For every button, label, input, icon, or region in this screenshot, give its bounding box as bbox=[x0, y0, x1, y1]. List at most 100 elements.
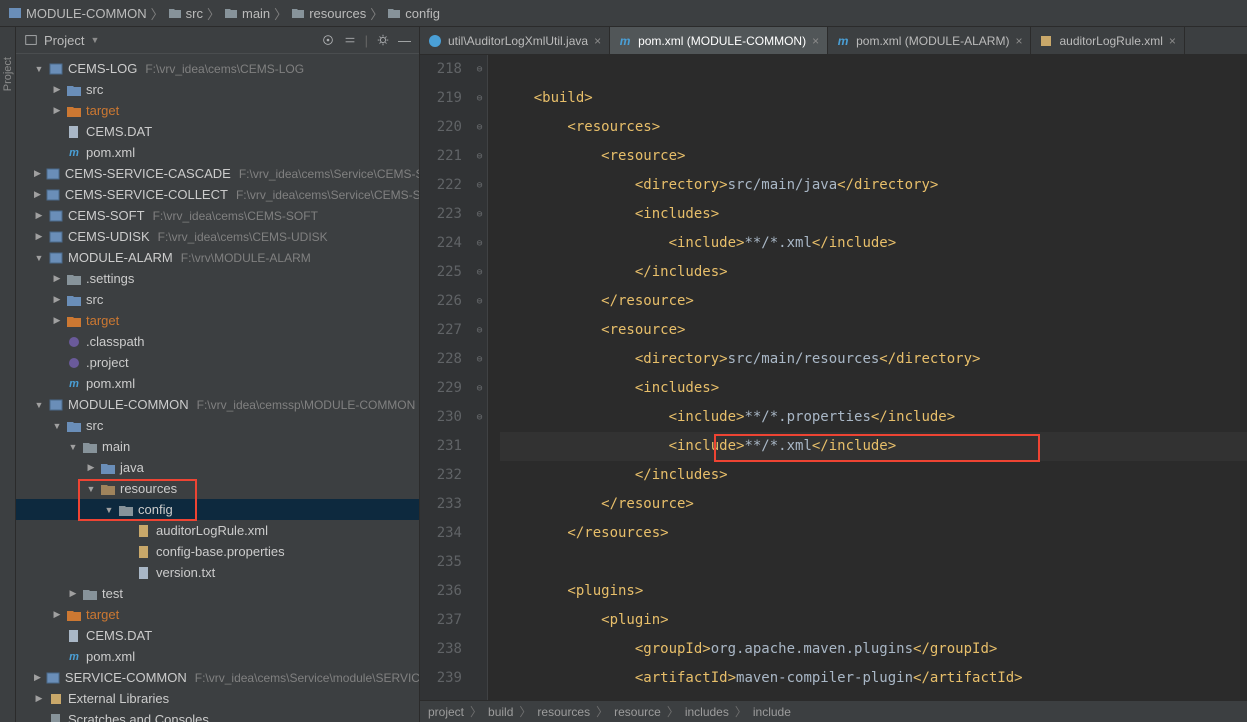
code-line[interactable] bbox=[500, 55, 1247, 84]
fold-marker[interactable]: ⊖ bbox=[472, 142, 487, 171]
fold-marker[interactable]: ⊖ bbox=[472, 229, 487, 258]
fold-marker[interactable]: ⊖ bbox=[472, 287, 487, 316]
tree-node[interactable]: ▶CEMS-UDISKF:\vrv_idea\cems\CEMS-UDISK bbox=[16, 226, 419, 247]
expand-arrow-icon[interactable]: ▼ bbox=[68, 442, 78, 452]
breadcrumb-segment[interactable]: src bbox=[186, 6, 203, 21]
tree-node[interactable]: version.txt bbox=[16, 562, 419, 583]
code-line[interactable]: <build> bbox=[500, 84, 1247, 113]
expand-arrow-icon[interactable]: ▶ bbox=[86, 462, 96, 473]
expand-arrow-icon[interactable]: ▶ bbox=[52, 84, 62, 95]
expand-arrow-icon[interactable]: ▶ bbox=[52, 609, 62, 620]
expand-arrow-icon[interactable]: ▶ bbox=[52, 105, 62, 116]
breadcrumb-segment[interactable]: includes bbox=[685, 705, 729, 719]
expand-arrow-icon[interactable]: ▶ bbox=[34, 231, 44, 242]
expand-arrow-icon[interactable]: ▼ bbox=[104, 505, 114, 515]
hide-icon[interactable]: — bbox=[398, 33, 411, 48]
close-icon[interactable]: × bbox=[1169, 34, 1176, 48]
code-line[interactable]: <directory>src/main/java</directory> bbox=[500, 171, 1247, 200]
fold-marker[interactable]: ⊖ bbox=[472, 200, 487, 229]
tree-node[interactable]: ▶src bbox=[16, 79, 419, 100]
code-line[interactable] bbox=[500, 548, 1247, 577]
fold-marker[interactable]: ⊖ bbox=[472, 403, 487, 432]
code-line[interactable]: <plugin> bbox=[500, 606, 1247, 635]
code-line[interactable]: <resource> bbox=[500, 316, 1247, 345]
breadcrumb-segment[interactable]: project bbox=[428, 705, 464, 719]
tree-node[interactable]: ▶SERVICE-COMMONF:\vrv_idea\cems\Service\… bbox=[16, 667, 419, 688]
expand-arrow-icon[interactable]: ▶ bbox=[34, 210, 44, 221]
tree-node[interactable]: ▼MODULE-COMMONF:\vrv_idea\cemssp\MODULE-… bbox=[16, 394, 419, 415]
gear-icon[interactable] bbox=[376, 33, 390, 47]
breadcrumb-segment[interactable]: resources bbox=[537, 705, 590, 719]
editor-tab[interactable]: util\AuditorLogXmlUtil.java× bbox=[420, 27, 610, 54]
tree-node[interactable]: config-base.properties bbox=[16, 541, 419, 562]
expand-arrow-icon[interactable]: ▶ bbox=[34, 168, 41, 179]
fold-marker[interactable]: ⊖ bbox=[472, 55, 487, 84]
code-line[interactable]: </resource> bbox=[500, 490, 1247, 519]
tree-node[interactable]: mpom.xml bbox=[16, 373, 419, 394]
close-icon[interactable]: × bbox=[812, 34, 819, 48]
tree-node[interactable]: ▶target bbox=[16, 100, 419, 121]
tree-node[interactable]: ▶External Libraries bbox=[16, 688, 419, 709]
expand-arrow-icon[interactable]: ▶ bbox=[34, 672, 41, 683]
code-line[interactable]: <resources> bbox=[500, 113, 1247, 142]
code-line[interactable]: <plugins> bbox=[500, 577, 1247, 606]
tree-node[interactable]: Scratches and Consoles bbox=[16, 709, 419, 722]
code-line[interactable]: </includes> bbox=[500, 258, 1247, 287]
fold-marker[interactable]: ⊖ bbox=[472, 374, 487, 403]
expand-arrow-icon[interactable]: ▼ bbox=[34, 400, 44, 410]
expand-arrow-icon[interactable]: ▶ bbox=[52, 273, 62, 284]
fold-marker[interactable]: ⊖ bbox=[472, 316, 487, 345]
code-line[interactable]: </includes> bbox=[500, 461, 1247, 490]
tree-node[interactable]: mpom.xml bbox=[16, 142, 419, 163]
tree-node[interactable]: ▼main bbox=[16, 436, 419, 457]
code-line[interactable]: <includes> bbox=[500, 200, 1247, 229]
tree-node[interactable]: ▶target bbox=[16, 604, 419, 625]
fold-marker[interactable]: ⊖ bbox=[472, 171, 487, 200]
tree-node[interactable]: mpom.xml bbox=[16, 646, 419, 667]
expand-arrow-icon[interactable]: ▶ bbox=[52, 294, 62, 305]
code-line[interactable]: <includes> bbox=[500, 374, 1247, 403]
tree-node[interactable]: ▶CEMS-SERVICE-CASCADEF:\vrv_idea\cems\Se… bbox=[16, 163, 419, 184]
expand-arrow-icon[interactable]: ▼ bbox=[34, 64, 44, 74]
tree-node[interactable]: CEMS.DAT bbox=[16, 625, 419, 646]
code-line[interactable]: <resource> bbox=[500, 142, 1247, 171]
editor-tab[interactable]: mpom.xml (MODULE-ALARM)× bbox=[828, 27, 1031, 54]
code-line[interactable]: <artifactId>maven-compiler-plugin</artif… bbox=[500, 664, 1247, 693]
code-line[interactable]: <include>**/*.properties</include> bbox=[500, 403, 1247, 432]
code-line[interactable]: </resource> bbox=[500, 287, 1247, 316]
editor-tab[interactable]: auditorLogRule.xml× bbox=[1031, 27, 1184, 54]
tree-node[interactable]: CEMS.DAT bbox=[16, 121, 419, 142]
expand-arrow-icon[interactable]: ▼ bbox=[52, 421, 62, 431]
code-line[interactable]: <groupId>org.apache.maven.plugins</group… bbox=[500, 635, 1247, 664]
project-tool-label[interactable]: Project bbox=[2, 57, 14, 91]
breadcrumb-segment[interactable]: main bbox=[242, 6, 270, 21]
breadcrumb-segment[interactable]: resource bbox=[614, 705, 661, 719]
expand-arrow-icon[interactable]: ▶ bbox=[34, 693, 44, 704]
code-line[interactable]: <include>**/*.xml</include> bbox=[500, 229, 1247, 258]
tree-node[interactable]: .project bbox=[16, 352, 419, 373]
expand-arrow-icon[interactable]: ▶ bbox=[68, 588, 78, 599]
tree-node[interactable]: ▼src bbox=[16, 415, 419, 436]
tree-node[interactable]: ▼MODULE-ALARMF:\vrv\MODULE-ALARM bbox=[16, 247, 419, 268]
code-line[interactable]: <include>**/*.xml</include> bbox=[500, 432, 1247, 461]
locate-icon[interactable] bbox=[321, 33, 335, 47]
close-icon[interactable]: × bbox=[594, 34, 601, 48]
expand-arrow-icon[interactable]: ▶ bbox=[52, 315, 62, 326]
breadcrumb-segment[interactable]: config bbox=[405, 6, 440, 21]
breadcrumb-segment[interactable]: include bbox=[753, 705, 791, 719]
tree-node[interactable]: ▶target bbox=[16, 310, 419, 331]
fold-marker[interactable]: ⊖ bbox=[472, 113, 487, 142]
breadcrumb-segment[interactable]: build bbox=[488, 705, 513, 719]
code-line[interactable]: </resources> bbox=[500, 519, 1247, 548]
collapse-icon[interactable] bbox=[343, 33, 357, 47]
tree-node[interactable]: ▼resources bbox=[16, 478, 419, 499]
fold-marker[interactable]: ⊖ bbox=[472, 84, 487, 113]
fold-marker[interactable]: ⊖ bbox=[472, 345, 487, 374]
tree-node[interactable]: .classpath bbox=[16, 331, 419, 352]
breadcrumb-bottom[interactable]: project〉build〉resources〉resource〉include… bbox=[420, 700, 1247, 722]
code-line[interactable]: <directory>src/main/resources</directory… bbox=[500, 345, 1247, 374]
close-icon[interactable]: × bbox=[1015, 34, 1022, 48]
project-tree[interactable]: ▼CEMS-LOGF:\vrv_idea\cems\CEMS-LOG▶src▶t… bbox=[16, 54, 419, 722]
tree-node[interactable]: ▶.settings bbox=[16, 268, 419, 289]
breadcrumb-segment[interactable]: MODULE-COMMON bbox=[26, 6, 147, 21]
